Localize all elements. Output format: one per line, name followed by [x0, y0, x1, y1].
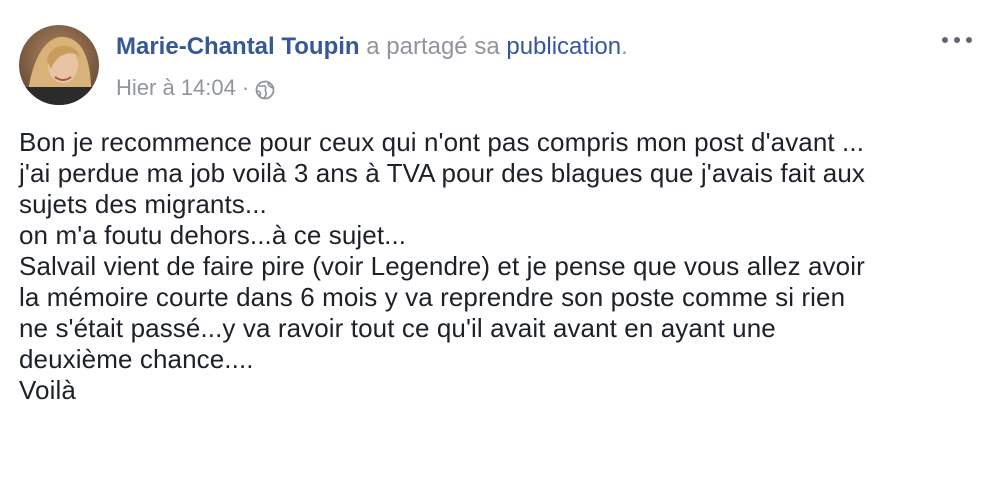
more-dot: [954, 37, 960, 43]
meta-separator: ·: [241, 75, 250, 100]
post-header: Marie-Chantal Toupin a partagé sa public…: [116, 30, 628, 64]
post-body-line: sujets des migrants...: [19, 189, 267, 219]
publication-link[interactable]: publication: [506, 33, 621, 60]
post-body-line: j'ai perdue ma job voilà 3 ans à TVA pou…: [19, 158, 866, 188]
action-end: .: [621, 33, 628, 60]
more-dot: [966, 37, 972, 43]
post-body-line: on m'a foutu dehors...à ce sujet...: [19, 220, 407, 250]
more-options-icon[interactable]: [942, 30, 972, 50]
globe-icon[interactable]: [255, 78, 275, 100]
post-meta: Hier à 14:04 ·: [116, 73, 275, 103]
post-body-line: deuxième chance....: [19, 344, 254, 374]
post-body-line: ne s'était passé...y va ravoir tout ce q…: [19, 313, 776, 343]
post-body: Bon je recommence pour ceux qui n'ont pa…: [19, 127, 984, 406]
post-body-line: Voilà: [19, 375, 76, 405]
action-text: a partagé sa: [366, 33, 500, 60]
post-body-line: Salvail vient de faire pire (voir Legend…: [19, 251, 865, 281]
post-body-line: Bon je recommence pour ceux qui n'ont pa…: [19, 127, 865, 157]
more-dot: [942, 37, 948, 43]
avatar[interactable]: [19, 25, 99, 105]
timestamp[interactable]: Hier à 14:04: [116, 73, 236, 103]
post-card: Marie-Chantal Toupin a partagé sa public…: [0, 0, 998, 480]
author-name[interactable]: Marie-Chantal Toupin: [116, 33, 360, 60]
post-body-line: la mémoire courte dans 6 mois y va repre…: [19, 282, 846, 312]
